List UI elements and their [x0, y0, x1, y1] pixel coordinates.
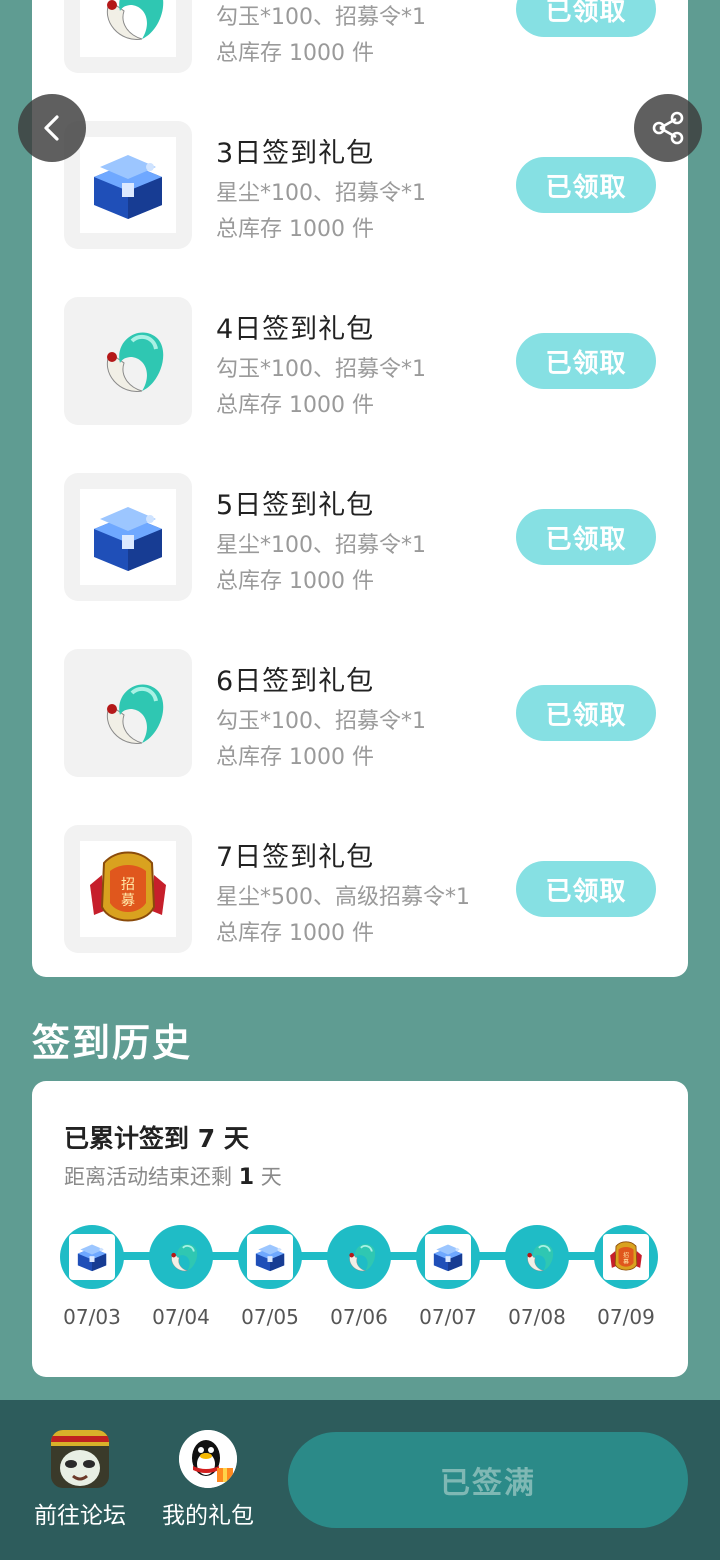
timeline-date: 07/06 [330, 1305, 388, 1329]
claimed-button[interactable]: 已领取 [516, 509, 656, 565]
forum-label: 前往论坛 [34, 1503, 126, 1529]
timeline-date: 07/03 [63, 1305, 121, 1329]
claimed-button[interactable]: 已领取 [516, 333, 656, 389]
gift-contents: 星尘*100、招募令*1 [216, 181, 426, 206]
gift-thumbnail [64, 297, 192, 425]
jade-magatama-icon [337, 1235, 381, 1279]
gift-stock: 总库存 1000 件 [216, 745, 374, 770]
gift-row: 勾玉*100、招募令*1 总库存 1000 件 已领取 [32, 0, 688, 73]
gift-thumbnail [64, 649, 192, 777]
share-icon [652, 111, 684, 145]
timeline-node [594, 1225, 658, 1289]
timeline-node [238, 1225, 302, 1289]
gift-contents: 勾玉*100、招募令*1 [216, 709, 426, 734]
total-signin-days: 已累计签到 7 天 [64, 1124, 249, 1153]
gift-thumbnail [64, 0, 192, 73]
share-button[interactable] [634, 94, 702, 162]
gift-thumbnail [64, 473, 192, 601]
recruit-token-icon [80, 841, 176, 937]
jade-magatama-icon [80, 665, 176, 761]
forum-button[interactable]: 前往论坛 [25, 1430, 135, 1530]
timeline-node [327, 1225, 391, 1289]
gift-stock: 总库存 1000 件 [216, 569, 374, 594]
timeline-date: 07/07 [419, 1305, 477, 1329]
claimed-button[interactable]: 已领取 [516, 157, 656, 213]
gift-row: 7日签到礼包 星尘*500、高级招募令*1 总库存 1000 件 已领取 [32, 825, 688, 953]
gift-row: 6日签到礼包 勾玉*100、招募令*1 总库存 1000 件 已领取 [32, 649, 688, 777]
timeline-node [60, 1225, 124, 1289]
gift-name: 4日签到礼包 [216, 314, 375, 345]
jade-magatama-icon [159, 1235, 203, 1279]
game-avatar-icon [51, 1430, 109, 1488]
gift-contents: 星尘*500、高级招募令*1 [216, 885, 470, 910]
gift-stock: 总库存 1000 件 [216, 41, 374, 66]
gift-contents: 勾玉*100、招募令*1 [216, 357, 426, 382]
gift-stock: 总库存 1000 件 [216, 217, 374, 242]
my-gifts-label: 我的礼包 [162, 1503, 254, 1529]
bottom-bar: 前往论坛 我的礼包 已签满 [0, 1400, 720, 1560]
jade-magatama-icon [80, 313, 176, 409]
claimed-button[interactable]: 已领取 [516, 685, 656, 741]
qq-penguin-icon [179, 1430, 237, 1488]
timeline-node [505, 1225, 569, 1289]
gift-name: 6日签到礼包 [216, 666, 375, 697]
timeline-node [416, 1225, 480, 1289]
gift-stock: 总库存 1000 件 [216, 393, 374, 418]
recruit-token-icon [606, 1237, 646, 1277]
jade-magatama-icon [515, 1235, 559, 1279]
claimed-button[interactable]: 已领取 [516, 861, 656, 917]
blue-chest-icon [72, 1237, 112, 1277]
timeline-date: 07/09 [597, 1305, 655, 1329]
jade-magatama-icon [80, 0, 176, 57]
gift-row: 4日签到礼包 勾玉*100、招募令*1 总库存 1000 件 已领取 [32, 297, 688, 425]
my-gifts-button[interactable]: 我的礼包 [153, 1430, 263, 1530]
chevron-left-icon [44, 115, 59, 141]
blue-chest-icon [80, 489, 176, 585]
days-remaining: 距离活动结束还剩 1 天 [64, 1165, 282, 1190]
gift-contents: 星尘*100、招募令*1 [216, 533, 426, 558]
gift-row: 5日签到礼包 星尘*100、招募令*1 总库存 1000 件 已领取 [32, 473, 688, 601]
blue-chest-icon [80, 137, 176, 233]
timeline-date: 07/04 [152, 1305, 210, 1329]
timeline-date: 07/05 [241, 1305, 299, 1329]
back-button[interactable] [18, 94, 86, 162]
signed-full-button[interactable]: 已签满 [288, 1432, 688, 1528]
gift-name: 7日签到礼包 [216, 842, 375, 873]
gift-contents: 勾玉*100、招募令*1 [216, 5, 426, 30]
timeline-node [149, 1225, 213, 1289]
gift-list-card: 勾玉*100、招募令*1 总库存 1000 件 已领取 3日签到礼包 星尘*10… [32, 0, 688, 977]
history-card: 已累计签到 7 天 距离活动结束还剩 1 天 07/03 07/04 07/05… [32, 1081, 688, 1377]
history-title: 签到历史 [32, 1021, 193, 1065]
blue-chest-icon [428, 1237, 468, 1277]
gift-name: 3日签到礼包 [216, 138, 375, 169]
blue-chest-icon [250, 1237, 290, 1277]
gift-stock: 总库存 1000 件 [216, 921, 374, 946]
gift-name: 5日签到礼包 [216, 490, 375, 521]
timeline-date: 07/08 [508, 1305, 566, 1329]
claimed-button[interactable]: 已领取 [516, 0, 656, 37]
gift-row: 3日签到礼包 星尘*100、招募令*1 总库存 1000 件 已领取 [32, 121, 688, 249]
gift-thumbnail [64, 825, 192, 953]
